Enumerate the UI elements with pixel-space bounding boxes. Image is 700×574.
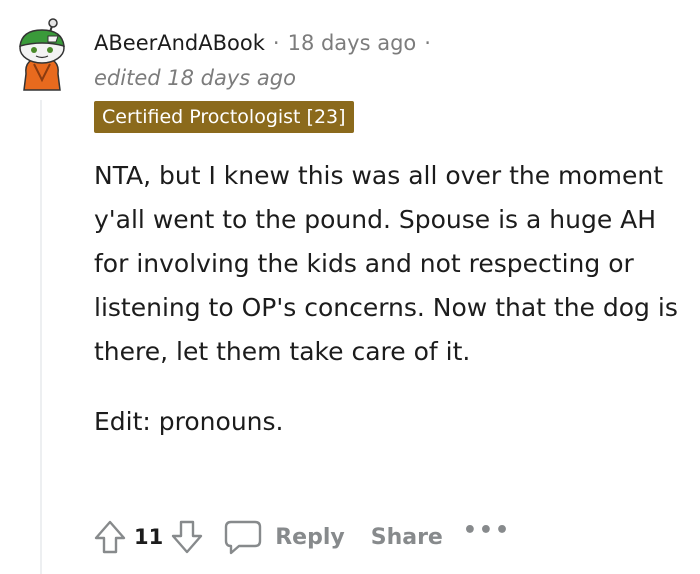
username-link[interactable]: ABeerAndABook <box>94 31 265 55</box>
share-button[interactable]: Share <box>371 525 443 550</box>
upvote-arrow-icon[interactable] <box>88 515 132 559</box>
comment-edit-note: Edit: pronouns. <box>94 407 284 436</box>
comment-header: ABeerAndABook · 18 days ago · <box>94 28 439 58</box>
user-flair-badge: Certified Proctologist [23] <box>94 101 354 133</box>
separator-dot-trailing: · <box>424 31 431 55</box>
comment-body: NTA, but I knew this was all over the mo… <box>94 154 694 444</box>
thread-line[interactable] <box>40 100 42 574</box>
comment-paragraph: NTA, but I knew this was all over the mo… <box>94 161 678 366</box>
reply-button[interactable]: Reply <box>221 515 345 559</box>
timestamp-link[interactable]: 18 days ago <box>288 31 417 55</box>
more-options-button[interactable]: ••• <box>463 520 511 542</box>
downvote-arrow-icon[interactable] <box>165 515 209 559</box>
reply-label: Reply <box>275 524 345 550</box>
user-avatar[interactable] <box>12 14 74 94</box>
snoo-avatar-icon <box>19 18 65 91</box>
edited-label: edited 18 days ago <box>94 66 296 90</box>
separator-dot: · <box>272 31 280 55</box>
vote-score: 11 <box>134 525 164 549</box>
comment-actions-bar: 11 Reply Share ••• <box>88 514 511 560</box>
speech-bubble-icon <box>221 515 265 559</box>
